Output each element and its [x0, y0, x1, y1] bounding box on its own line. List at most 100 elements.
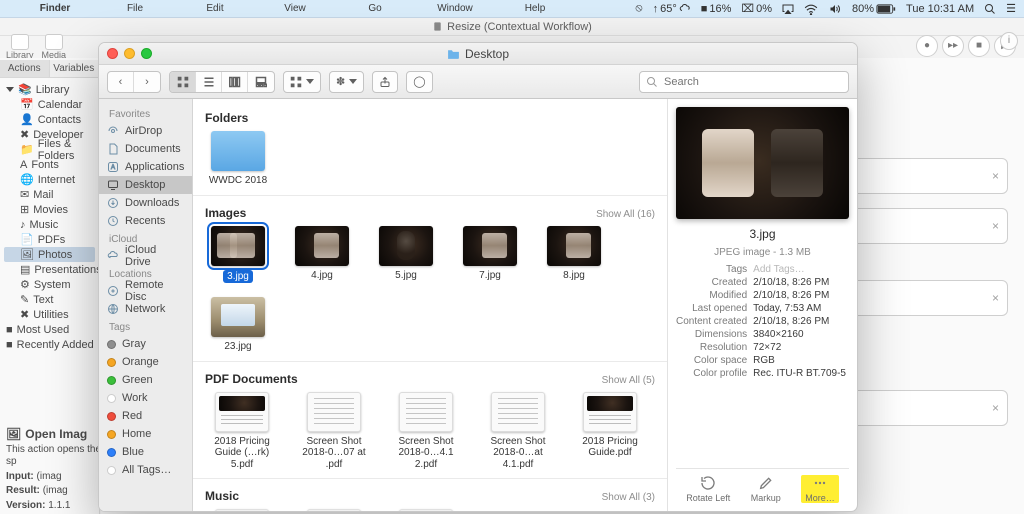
status-battery-3[interactable]: ⌧ 0%: [741, 2, 772, 15]
menu-help[interactable]: Help: [502, 3, 568, 14]
zoom-window-button[interactable]: [141, 48, 152, 59]
search-input[interactable]: [662, 75, 842, 89]
sidebar-tag-all-tags-[interactable]: All Tags…: [99, 461, 192, 479]
lib-tab-library[interactable]: Library: [6, 34, 34, 60]
tree-item-photos[interactable]: 🖼Photos: [4, 247, 95, 262]
sidebar-tag-blue[interactable]: Blue: [99, 443, 192, 461]
search-field[interactable]: [639, 71, 849, 93]
tree-item-music[interactable]: ♪Music: [4, 217, 95, 232]
status-airplay-icon[interactable]: [782, 3, 794, 15]
music-item[interactable]: Walk down the: [297, 509, 371, 511]
menu-window[interactable]: Window: [422, 3, 488, 14]
sidebar-tag-orange[interactable]: Orange: [99, 353, 192, 371]
quick-action-markup[interactable]: Markup: [751, 475, 781, 503]
view-gallery-button[interactable]: [248, 72, 274, 92]
tree-root[interactable]: 📚Library: [4, 82, 95, 97]
sidebar-item-airdrop[interactable]: AirDrop: [99, 122, 192, 140]
status-clock[interactable]: Tue 10:31 AM: [906, 3, 974, 15]
close-icon[interactable]: ×: [992, 401, 999, 415]
quick-action-rotate-left[interactable]: Rotate Left: [686, 475, 730, 503]
tree-most-used[interactable]: ■Most Used: [4, 322, 95, 337]
status-volume-icon[interactable]: [828, 3, 842, 15]
tree-item-system[interactable]: ⚙System: [4, 277, 95, 292]
sidebar-item-downloads[interactable]: Downloads: [99, 194, 192, 212]
tree-item-text[interactable]: ✎Text: [4, 292, 95, 307]
image-item[interactable]: 5.jpg: [373, 226, 439, 284]
stop-button[interactable]: ■: [968, 35, 990, 57]
close-icon[interactable]: ×: [992, 169, 999, 183]
image-item[interactable]: 23.jpg: [205, 297, 271, 353]
nav-forward-button[interactable]: ›: [134, 72, 160, 92]
close-icon[interactable]: ×: [992, 219, 999, 233]
status-battery-4[interactable]: 80%: [852, 3, 896, 15]
image-item[interactable]: 4.jpg: [289, 226, 355, 284]
close-window-button[interactable]: [107, 48, 118, 59]
tree-item-utilities[interactable]: ✖Utilities: [4, 307, 95, 322]
preview-image[interactable]: [676, 107, 849, 219]
status-wifi-icon[interactable]: [804, 3, 818, 15]
tree-item-internet[interactable]: 🌐Internet: [4, 172, 95, 187]
menu-view[interactable]: View: [262, 3, 328, 14]
status-spotlight-icon[interactable]: [984, 3, 996, 15]
workflow-info-icon[interactable]: i: [1000, 32, 1018, 50]
folder-item[interactable]: WWDC 2018: [205, 131, 271, 187]
pdf-item[interactable]: 2018 Pricing Guide.pdf: [573, 392, 647, 471]
sidebar-item-remote-disc[interactable]: Remote Disc: [99, 282, 192, 300]
menu-edit[interactable]: Edit: [182, 3, 248, 14]
notification-center-icon[interactable]: ☰: [1006, 2, 1016, 15]
music-item[interactable]: First Dance.mp3: [205, 509, 279, 511]
tree-item-mail[interactable]: ✉Mail: [4, 187, 95, 202]
tags-button[interactable]: ◯: [406, 71, 432, 93]
sidebar-tag-gray[interactable]: Gray: [99, 335, 192, 353]
menu-go[interactable]: Go: [342, 3, 408, 14]
tree-item-pdfs[interactable]: 📄PDFs: [4, 232, 95, 247]
lib-tab-media[interactable]: Media: [42, 34, 67, 60]
minimize-window-button[interactable]: [124, 48, 135, 59]
menu-file[interactable]: File: [102, 3, 168, 14]
tree-recently-added[interactable]: ■Recently Added: [4, 337, 95, 352]
view-columns-button[interactable]: [222, 72, 248, 92]
show-all-pdfs[interactable]: Show All (5): [602, 375, 655, 386]
sidebar-item-icloud-drive[interactable]: iCloud Drive: [99, 247, 192, 265]
image-item[interactable]: 7.jpg: [457, 226, 523, 284]
image-item[interactable]: 3.jpg: [205, 226, 271, 284]
tab-variables[interactable]: Variables: [50, 60, 100, 77]
nav-back-button[interactable]: ‹: [108, 72, 134, 92]
tree-item-movies[interactable]: ⊞Movies: [4, 202, 95, 217]
sidebar-tag-red[interactable]: Red: [99, 407, 192, 425]
pdf-item[interactable]: Screen Shot 2018-0…07 at .pdf: [297, 392, 371, 471]
tree-item-presentations[interactable]: ▤Presentations: [4, 262, 95, 277]
sidebar-item-desktop[interactable]: Desktop: [99, 176, 192, 194]
tab-actions[interactable]: Actions: [0, 60, 50, 77]
sidebar-item-recents[interactable]: Recents: [99, 212, 192, 230]
app-menu[interactable]: Finder: [22, 3, 88, 14]
show-all-music[interactable]: Show All (3): [602, 492, 655, 503]
sidebar-tag-green[interactable]: Green: [99, 371, 192, 389]
sidebar-tag-work[interactable]: Work: [99, 389, 192, 407]
view-icons-button[interactable]: [170, 72, 196, 92]
view-list-button[interactable]: [196, 72, 222, 92]
tree-item-contacts[interactable]: 👤Contacts: [4, 112, 95, 127]
record-button[interactable]: ●: [916, 35, 938, 57]
close-icon[interactable]: ×: [992, 291, 999, 305]
pdf-item[interactable]: Screen Shot 2018-0…at 4.1.pdf: [481, 392, 555, 471]
sidebar-item-applications[interactable]: AApplications: [99, 158, 192, 176]
image-item[interactable]: 8.jpg: [541, 226, 607, 284]
status-weather[interactable]: ↑65°: [653, 3, 691, 15]
tree-item-files-folders[interactable]: 📁Files & Folders: [4, 142, 95, 157]
sidebar-item-documents[interactable]: Documents: [99, 140, 192, 158]
pdf-item[interactable]: 2018 Pricing Guide (…rk) 5.pdf: [205, 392, 279, 471]
sidebar-tag-home[interactable]: Home: [99, 425, 192, 443]
share-button[interactable]: [372, 71, 398, 93]
group-by-button[interactable]: [283, 71, 321, 93]
action-menu-button[interactable]: ✽: [329, 71, 364, 93]
status-do-not-disturb-icon[interactable]: ⦸: [635, 2, 642, 15]
titlebar[interactable]: Desktop: [99, 43, 857, 65]
music-item[interactable]: bridesmaid: [389, 509, 463, 511]
tree-item-calendar[interactable]: 📅Calendar: [4, 97, 95, 112]
show-all-images[interactable]: Show All (16): [596, 209, 655, 220]
pdf-item[interactable]: Screen Shot 2018-0…4.1 2.pdf: [389, 392, 463, 471]
add-tags[interactable]: Add Tags…: [753, 264, 849, 275]
quick-action-more[interactable]: More…: [801, 475, 839, 503]
finder-content[interactable]: Folders WWDC 2018 Images Show All (16) 3…: [193, 99, 667, 511]
